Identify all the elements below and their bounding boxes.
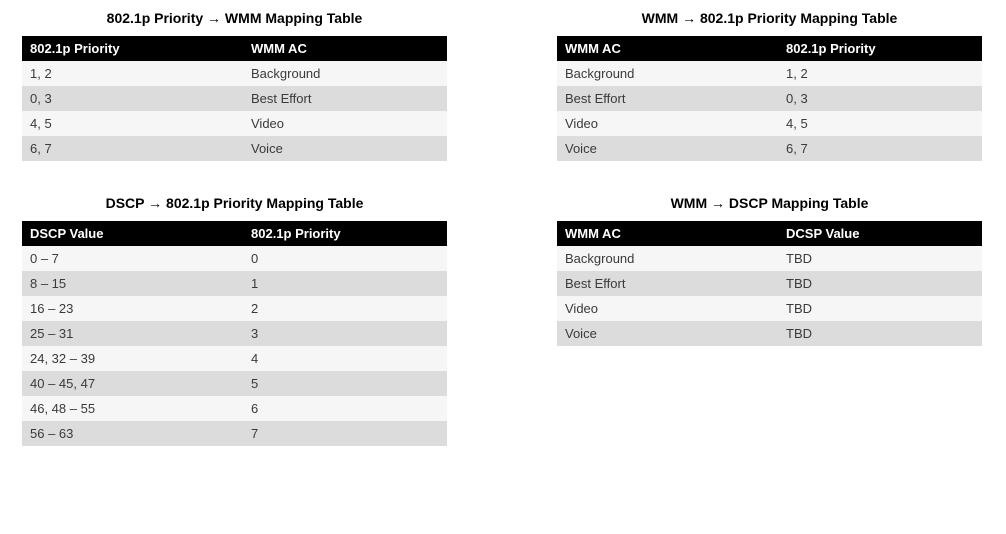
cell: 0, 3 xyxy=(22,86,243,111)
block-wmm-to-dscp: WMM → DSCP Mapping Table WMM AC DCSP Val… xyxy=(557,195,982,446)
cell: 7 xyxy=(243,421,447,446)
cell: TBD xyxy=(778,246,982,271)
table-row: Voice6, 7 xyxy=(557,136,982,161)
cell: 16 – 23 xyxy=(22,296,243,321)
title-wmm-to-8021p: WMM → 802.1p Priority Mapping Table xyxy=(557,10,982,26)
title-part-a: WMM xyxy=(671,195,711,211)
cell: Background xyxy=(557,61,778,86)
col-header: DSCP Value xyxy=(22,221,243,246)
cell: Video xyxy=(557,111,778,136)
cell: 56 – 63 xyxy=(22,421,243,446)
cell: 8 – 15 xyxy=(22,271,243,296)
table-row: 56 – 637 xyxy=(22,421,447,446)
cell: 2 xyxy=(243,296,447,321)
cell: Voice xyxy=(557,321,778,346)
arrow-icon: → xyxy=(711,195,725,211)
table-row: 1, 2Background xyxy=(22,61,447,86)
cell: Best Effort xyxy=(243,86,447,111)
table-row: 6, 7Voice xyxy=(22,136,447,161)
table-wmm-to-8021p: WMM AC 802.1p Priority Background1, 2 Be… xyxy=(557,36,982,161)
cell: Voice xyxy=(243,136,447,161)
block-wmm-to-8021p: WMM → 802.1p Priority Mapping Table WMM … xyxy=(557,10,982,161)
col-header: WMM AC xyxy=(557,36,778,61)
title-part-a: 802.1p Priority xyxy=(107,10,207,26)
col-header: WMM AC xyxy=(243,36,447,61)
table-dscp-to-8021p: DSCP Value 802.1p Priority 0 – 70 8 – 15… xyxy=(22,221,447,446)
title-dscp-to-8021p: DSCP → 802.1p Priority Mapping Table xyxy=(22,195,447,211)
cell: 6, 7 xyxy=(22,136,243,161)
col-header: DCSP Value xyxy=(778,221,982,246)
title-part-b: 802.1p Priority Mapping Table xyxy=(696,10,897,26)
cell: 4, 5 xyxy=(778,111,982,136)
cell: Best Effort xyxy=(557,86,778,111)
col-header: 802.1p Priority xyxy=(243,221,447,246)
cell: Video xyxy=(243,111,447,136)
title-part-a: DSCP xyxy=(106,195,149,211)
cell: 1, 2 xyxy=(778,61,982,86)
table-header-row: WMM AC DCSP Value xyxy=(557,221,982,246)
col-header: 802.1p Priority xyxy=(22,36,243,61)
cell: 4 xyxy=(243,346,447,371)
table-row: 8 – 151 xyxy=(22,271,447,296)
cell: Voice xyxy=(557,136,778,161)
cell: 1 xyxy=(243,271,447,296)
cell: 0, 3 xyxy=(778,86,982,111)
arrow-icon: → xyxy=(682,10,696,26)
table-row: Best EffortTBD xyxy=(557,271,982,296)
cell: 0 xyxy=(243,246,447,271)
table-row: Best Effort0, 3 xyxy=(557,86,982,111)
cell: 24, 32 – 39 xyxy=(22,346,243,371)
cell: 0 – 7 xyxy=(22,246,243,271)
cell: Video xyxy=(557,296,778,321)
block-dscp-to-8021p: DSCP → 802.1p Priority Mapping Table DSC… xyxy=(22,195,447,446)
cell: 46, 48 – 55 xyxy=(22,396,243,421)
cell: 6, 7 xyxy=(778,136,982,161)
table-row: 40 – 45, 475 xyxy=(22,371,447,396)
cell: TBD xyxy=(778,321,982,346)
table-row: 0 – 70 xyxy=(22,246,447,271)
title-part-b: 802.1p Priority Mapping Table xyxy=(162,195,363,211)
table-row: 4, 5Video xyxy=(22,111,447,136)
cell: 4, 5 xyxy=(22,111,243,136)
table-header-row: DSCP Value 802.1p Priority xyxy=(22,221,447,246)
title-part-b: WMM Mapping Table xyxy=(221,10,362,26)
cell: Background xyxy=(243,61,447,86)
title-part-b: DSCP Mapping Table xyxy=(725,195,868,211)
arrow-icon: → xyxy=(207,10,221,26)
title-8021p-to-wmm: 802.1p Priority → WMM Mapping Table xyxy=(22,10,447,26)
cell: TBD xyxy=(778,296,982,321)
cell: TBD xyxy=(778,271,982,296)
mapping-tables-page: 802.1p Priority → WMM Mapping Table 802.… xyxy=(0,0,1006,500)
cell: 6 xyxy=(243,396,447,421)
table-row: 16 – 232 xyxy=(22,296,447,321)
table-row: 24, 32 – 394 xyxy=(22,346,447,371)
table-8021p-to-wmm: 802.1p Priority WMM AC 1, 2Background 0,… xyxy=(22,36,447,161)
cell: 5 xyxy=(243,371,447,396)
cell: Best Effort xyxy=(557,271,778,296)
table-row: 46, 48 – 556 xyxy=(22,396,447,421)
table-row: VoiceTBD xyxy=(557,321,982,346)
table-row: 0, 3Best Effort xyxy=(22,86,447,111)
title-wmm-to-dscp: WMM → DSCP Mapping Table xyxy=(557,195,982,211)
cell: Background xyxy=(557,246,778,271)
col-header: WMM AC xyxy=(557,221,778,246)
arrow-icon: → xyxy=(148,195,162,211)
col-header: 802.1p Priority xyxy=(778,36,982,61)
tables-grid: 802.1p Priority → WMM Mapping Table 802.… xyxy=(22,10,984,480)
cell: 25 – 31 xyxy=(22,321,243,346)
table-header-row: 802.1p Priority WMM AC xyxy=(22,36,447,61)
table-row: BackgroundTBD xyxy=(557,246,982,271)
table-row: Background1, 2 xyxy=(557,61,982,86)
table-row: VideoTBD xyxy=(557,296,982,321)
block-8021p-to-wmm: 802.1p Priority → WMM Mapping Table 802.… xyxy=(22,10,447,161)
table-row: 25 – 313 xyxy=(22,321,447,346)
title-part-a: WMM xyxy=(642,10,682,26)
table-row: Video4, 5 xyxy=(557,111,982,136)
table-header-row: WMM AC 802.1p Priority xyxy=(557,36,982,61)
table-wmm-to-dscp: WMM AC DCSP Value BackgroundTBD Best Eff… xyxy=(557,221,982,346)
cell: 40 – 45, 47 xyxy=(22,371,243,396)
cell: 1, 2 xyxy=(22,61,243,86)
cell: 3 xyxy=(243,321,447,346)
